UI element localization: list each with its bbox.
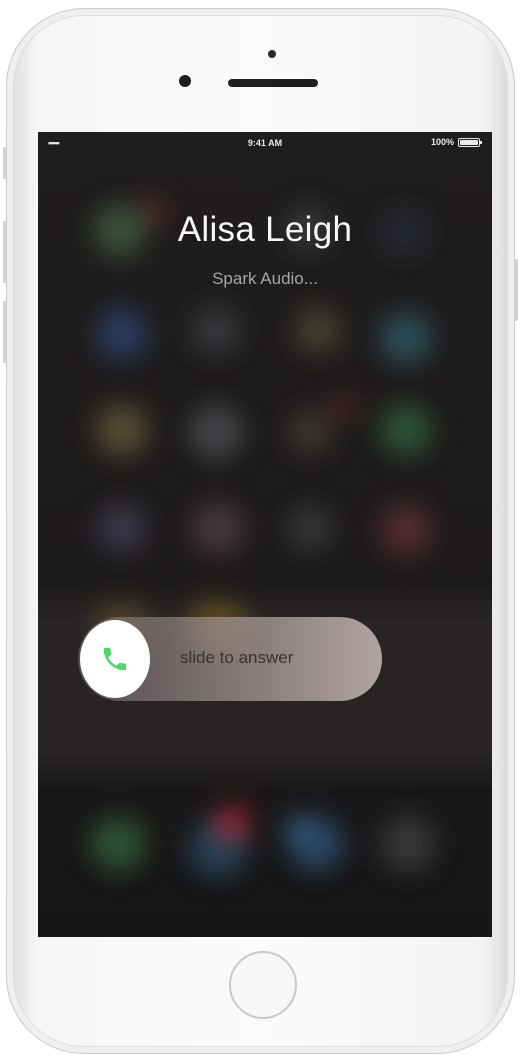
proximity-sensor: [268, 50, 276, 58]
phone-icon: [103, 647, 127, 671]
caller-name: Alisa Leigh: [177, 210, 353, 249]
status-time: 9:41 AM: [247, 138, 283, 148]
battery-status: 100%: [430, 137, 482, 147]
caller-subtitle: Spark Audio...: [212, 269, 318, 288]
status-bar: ••••• 9:41 AM 100%: [38, 132, 492, 154]
lock-screen: ••••• 9:41 AM 100% Alisa Leigh Spark Aud…: [38, 132, 492, 937]
earpiece-speaker: [228, 79, 318, 87]
answer-knob[interactable]: [80, 620, 150, 698]
power-button: [514, 259, 518, 321]
front-camera: [179, 75, 191, 87]
volume-up-button: [3, 221, 7, 283]
volume-down-button: [3, 301, 7, 363]
blurred-wallpaper: [38, 132, 492, 937]
battery-icon: [458, 137, 482, 147]
home-button[interactable]: [229, 951, 297, 1019]
battery-percent: 100%: [430, 137, 454, 147]
mute-switch: [3, 147, 7, 179]
battery-fill: [460, 139, 478, 145]
slide-to-answer-label: slide to answer: [180, 648, 294, 667]
